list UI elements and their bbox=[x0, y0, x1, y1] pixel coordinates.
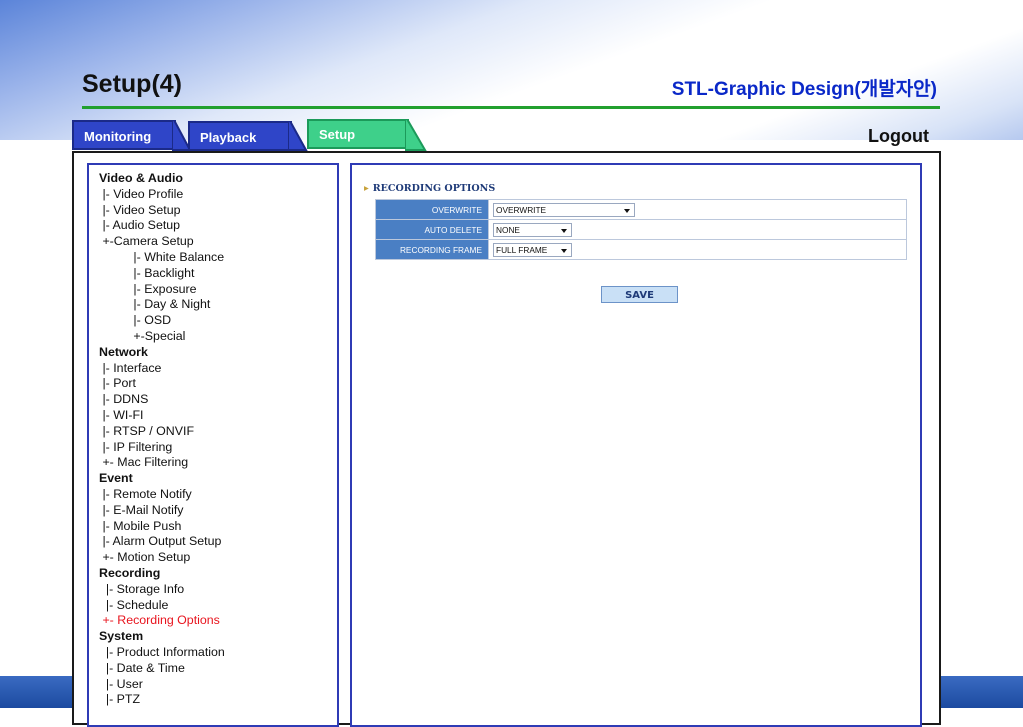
tab-playback[interactable]: Playback bbox=[188, 121, 292, 151]
setup-menu-panel: Video & Audio |- Video Profile |- Video … bbox=[87, 163, 339, 727]
option-label: RECORDING FRAME bbox=[375, 239, 489, 260]
save-button[interactable]: SAVE bbox=[601, 286, 678, 303]
option-label: OVERWRITE bbox=[375, 199, 489, 220]
chevron-down-icon bbox=[561, 248, 567, 253]
tab-setup[interactable]: Setup bbox=[307, 119, 409, 149]
menu-item[interactable]: |- OSD bbox=[99, 313, 225, 329]
bullet-arrow-icon: ▸ bbox=[364, 183, 369, 194]
setup-menu: Video & Audio |- Video Profile |- Video … bbox=[99, 171, 225, 708]
recording-options-table: OVERWRITE OVERWRITE AUTO DELETE NONE REC… bbox=[375, 199, 907, 260]
option-value-cell: FULL FRAME bbox=[488, 239, 907, 260]
menu-item[interactable]: |- Product Information bbox=[99, 645, 225, 661]
menu-item[interactable]: |- Mobile Push bbox=[99, 519, 225, 535]
table-row: AUTO DELETE NONE bbox=[375, 219, 907, 240]
tab-setup-tail bbox=[405, 119, 427, 151]
menu-item[interactable]: +-Special bbox=[99, 329, 225, 345]
menu-item[interactable]: |- Alarm Output Setup bbox=[99, 534, 225, 550]
auto-delete-select[interactable]: NONE bbox=[493, 222, 572, 237]
menu-item[interactable]: |- Video Setup bbox=[99, 203, 225, 219]
menu-item[interactable]: |- IP Filtering bbox=[99, 440, 225, 456]
menu-section-heading: Network bbox=[99, 344, 148, 359]
select-value: OVERWRITE bbox=[496, 204, 547, 215]
menu-section-heading: Event bbox=[99, 471, 133, 486]
menu-item[interactable]: |- E-Mail Notify bbox=[99, 503, 225, 519]
section-title: RECORDING OPTIONS bbox=[372, 183, 496, 194]
logout-link[interactable]: Logout bbox=[868, 126, 929, 147]
menu-item[interactable]: |- WI-FI bbox=[99, 408, 225, 424]
menu-item[interactable]: |- PTZ bbox=[99, 692, 225, 708]
menu-item[interactable]: |- Schedule bbox=[99, 598, 225, 614]
menu-item[interactable]: |- RTSP / ONVIF bbox=[99, 424, 225, 440]
overwrite-select[interactable]: OVERWRITE bbox=[493, 202, 635, 217]
menu-item-active[interactable]: +- Recording Options bbox=[99, 613, 225, 629]
menu-item[interactable]: |- Day & Night bbox=[99, 297, 225, 313]
option-value-cell: OVERWRITE bbox=[488, 199, 907, 220]
table-row: OVERWRITE OVERWRITE bbox=[375, 199, 907, 220]
menu-item[interactable]: |- Date & Time bbox=[99, 661, 225, 677]
content-panel: ▸ RECORDING OPTIONS OVERWRITE OVERWRITE A… bbox=[350, 163, 922, 727]
title-divider bbox=[82, 106, 940, 109]
menu-section-heading: Recording bbox=[99, 565, 161, 580]
menu-section-heading: Video & Audio bbox=[99, 171, 183, 185]
menu-item[interactable]: |- Interface bbox=[99, 361, 225, 377]
menu-item[interactable]: |- Port bbox=[99, 376, 225, 392]
menu-item[interactable]: +- Motion Setup bbox=[99, 550, 225, 566]
select-value: FULL FRAME bbox=[496, 244, 548, 255]
section-header: ▸ RECORDING OPTIONS bbox=[364, 183, 495, 194]
menu-item[interactable]: |- DDNS bbox=[99, 392, 225, 408]
tab-playback-tail bbox=[288, 121, 308, 151]
tab-monitoring[interactable]: Monitoring bbox=[72, 120, 176, 150]
menu-item[interactable]: |- White Balance bbox=[99, 250, 225, 266]
menu-item[interactable]: |- User bbox=[99, 677, 225, 693]
menu-item[interactable]: |- Audio Setup bbox=[99, 218, 225, 234]
menu-item[interactable]: |- Remote Notify bbox=[99, 487, 225, 503]
option-value-cell: NONE bbox=[488, 219, 907, 240]
menu-item[interactable]: |- Video Profile bbox=[99, 187, 225, 203]
menu-item[interactable]: |- Exposure bbox=[99, 282, 225, 298]
menu-item[interactable]: |- Backlight bbox=[99, 266, 225, 282]
menu-item[interactable]: +- Mac Filtering bbox=[99, 455, 225, 471]
table-row: RECORDING FRAME FULL FRAME bbox=[375, 239, 907, 260]
menu-item[interactable]: +-Camera Setup bbox=[99, 234, 225, 250]
slide-title: Setup(4) bbox=[82, 70, 182, 98]
option-label: AUTO DELETE bbox=[375, 219, 489, 240]
recording-frame-select[interactable]: FULL FRAME bbox=[493, 242, 572, 257]
menu-section-heading: System bbox=[99, 629, 144, 644]
select-value: NONE bbox=[496, 224, 520, 235]
menu-item[interactable]: |- Storage Info bbox=[99, 582, 225, 598]
chevron-down-icon bbox=[561, 228, 567, 233]
chevron-down-icon bbox=[624, 208, 630, 213]
slide-subtitle: STL-Graphic Design(개발자안) bbox=[671, 79, 937, 100]
